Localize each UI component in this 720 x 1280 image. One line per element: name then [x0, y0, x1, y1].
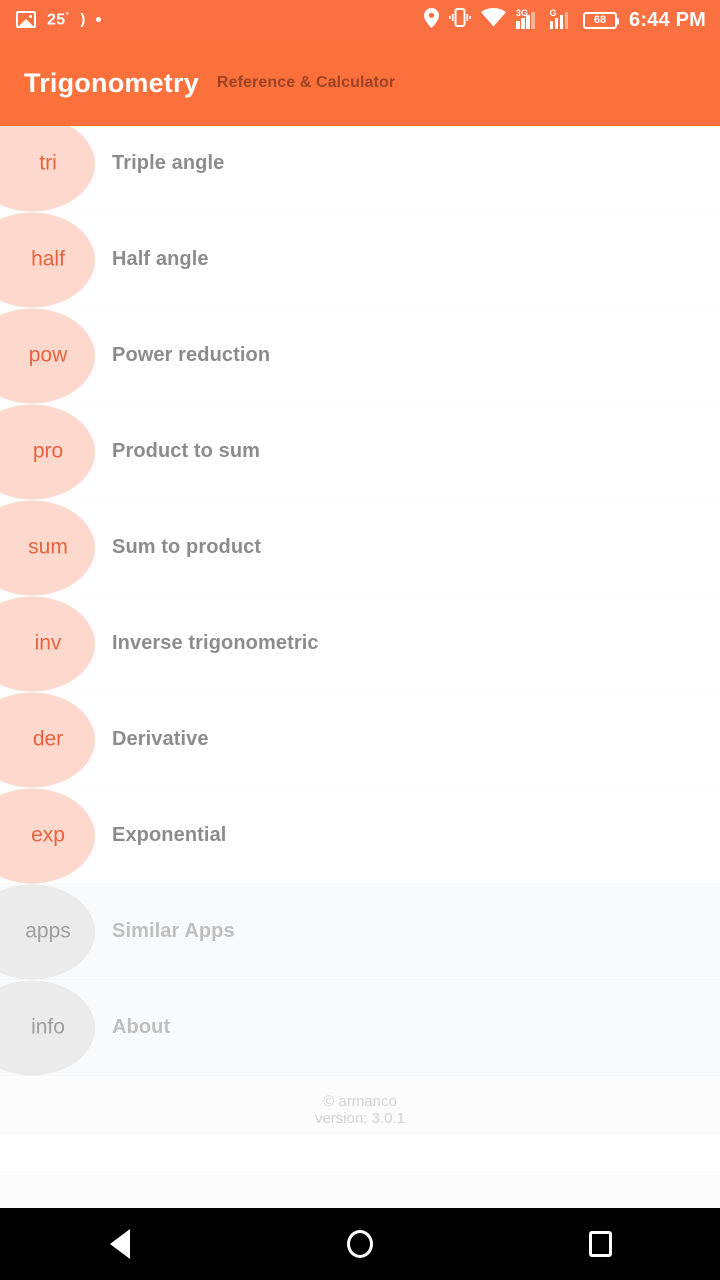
- list-item-derivative[interactable]: der Derivative: [0, 692, 720, 788]
- signal-g-icon: G: [549, 8, 574, 29]
- temperature-value: 25: [47, 11, 66, 29]
- nav-back-button[interactable]: [60, 1208, 180, 1280]
- list-item-power-reduction[interactable]: pow Power reduction: [0, 308, 720, 404]
- list-item-label: Similar Apps: [112, 920, 235, 942]
- badge-label: tri: [39, 151, 57, 175]
- badge-inv: inv: [0, 596, 95, 691]
- degree-symbol: °: [65, 10, 70, 21]
- list-item-label: About: [112, 1016, 171, 1038]
- wifi-icon: [481, 8, 506, 32]
- list-item-half-angle[interactable]: half Half angle: [0, 212, 720, 308]
- signal-g-label: G: [549, 8, 557, 18]
- list-item-sum-to-product[interactable]: sum Sum to product: [0, 500, 720, 596]
- recents-square-icon: [588, 1231, 612, 1257]
- notification-dot-icon: [96, 17, 102, 23]
- page-title: Trigonometry: [24, 67, 199, 98]
- badge-label: pow: [28, 343, 68, 367]
- battery-level: 68: [593, 14, 607, 26]
- battery-icon: 68: [583, 11, 619, 29]
- list-item-label: Triple angle: [112, 152, 225, 174]
- list-item-label: Inverse trigonometric: [112, 632, 319, 654]
- list-item-inverse-trigonometric[interactable]: inv Inverse trigonometric: [0, 596, 720, 692]
- page-subtitle: Reference & Calculator: [216, 74, 396, 91]
- vibrate-icon: [449, 8, 471, 32]
- badge-label: half: [31, 247, 65, 271]
- badge-pro: pro: [0, 404, 95, 499]
- badge-sum: sum: [0, 500, 95, 595]
- list-item-product-to-sum[interactable]: pro Product to sum: [0, 404, 720, 500]
- app-screen: 25° ) 3G G 68 6:44 PM Trigonometry Refer…: [0, 0, 720, 1280]
- home-circle-icon: [347, 1230, 373, 1258]
- badge-label: inv: [34, 631, 62, 655]
- status-bar: 25° ) 3G G 68 6:44 PM: [0, 0, 720, 40]
- system-navigation-bar: [0, 1208, 720, 1280]
- moon-icon: ): [80, 11, 86, 29]
- topic-list: tri Triple angle half Half angle pow Pow…: [0, 126, 720, 1171]
- copyright-text: © armanco: [323, 1093, 397, 1110]
- badge-exp: exp: [0, 788, 95, 883]
- image-icon: [16, 11, 36, 29]
- badge-half: half: [0, 212, 95, 307]
- bottom-spacer: [0, 1170, 720, 1208]
- signal-3g-label: 3G: [516, 8, 529, 18]
- nav-home-button[interactable]: [300, 1208, 420, 1280]
- app-header: Trigonometry Reference & Calculator: [0, 40, 720, 126]
- list-item-label: Half angle: [112, 248, 209, 270]
- badge-info: info: [0, 980, 95, 1075]
- badge-label: der: [32, 727, 64, 751]
- clock: 6:44 PM: [629, 8, 706, 31]
- signal-3g-icon: 3G: [516, 8, 540, 29]
- status-bar-left: 25° ): [16, 10, 102, 29]
- badge-label: pro: [32, 439, 64, 463]
- location-pin-icon: [424, 7, 439, 33]
- list-item-similar-apps[interactable]: apps Similar Apps: [0, 884, 720, 980]
- list-item-exponential[interactable]: exp Exponential: [0, 788, 720, 884]
- status-bar-right: 3G G 68 6:44 PM: [424, 7, 706, 33]
- list-item-label: Derivative: [112, 728, 209, 750]
- back-triangle-icon: [110, 1229, 130, 1259]
- badge-label: exp: [31, 823, 65, 847]
- list-item-label: Power reduction: [112, 344, 271, 366]
- badge-label: info: [31, 1015, 65, 1039]
- version-text: version: 3.0.1: [314, 1109, 406, 1127]
- list-item-label: Product to sum: [112, 440, 261, 462]
- list-item-label: Exponential: [112, 824, 227, 846]
- badge-pow: pow: [0, 308, 95, 403]
- badge-label: apps: [25, 919, 71, 943]
- badge-label: sum: [28, 535, 68, 559]
- badge-tri: tri: [0, 126, 95, 211]
- list-item-label: Sum to product: [112, 536, 262, 558]
- temperature-indicator: 25°: [47, 10, 69, 29]
- badge-apps: apps: [0, 884, 95, 979]
- nav-recents-button[interactable]: [540, 1208, 660, 1280]
- list-item-about[interactable]: info About: [0, 980, 720, 1076]
- app-footer: © armanco version: 3.0.1: [0, 1076, 720, 1134]
- list-item-triple-angle[interactable]: tri Triple angle: [0, 126, 720, 212]
- badge-der: der: [0, 692, 95, 787]
